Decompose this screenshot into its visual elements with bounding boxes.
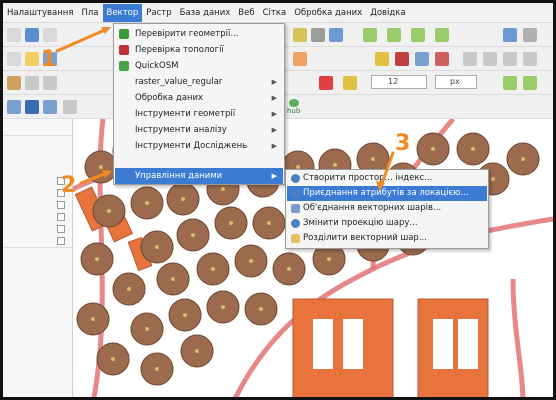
arrow-line-1 [55, 27, 109, 53]
arrow-line-2 [79, 171, 109, 185]
step-3-callout: 3 [395, 131, 411, 156]
arrow-line-3 [379, 151, 395, 188]
qgis-window: Налаштування Пла Вектор Растр База даних… [0, 0, 556, 400]
step-1-callout: 1 [41, 47, 57, 72]
annotation-overlay [55, 27, 395, 191]
arrow-head-2 [102, 170, 112, 178]
step-2-callout: 2 [61, 173, 77, 198]
